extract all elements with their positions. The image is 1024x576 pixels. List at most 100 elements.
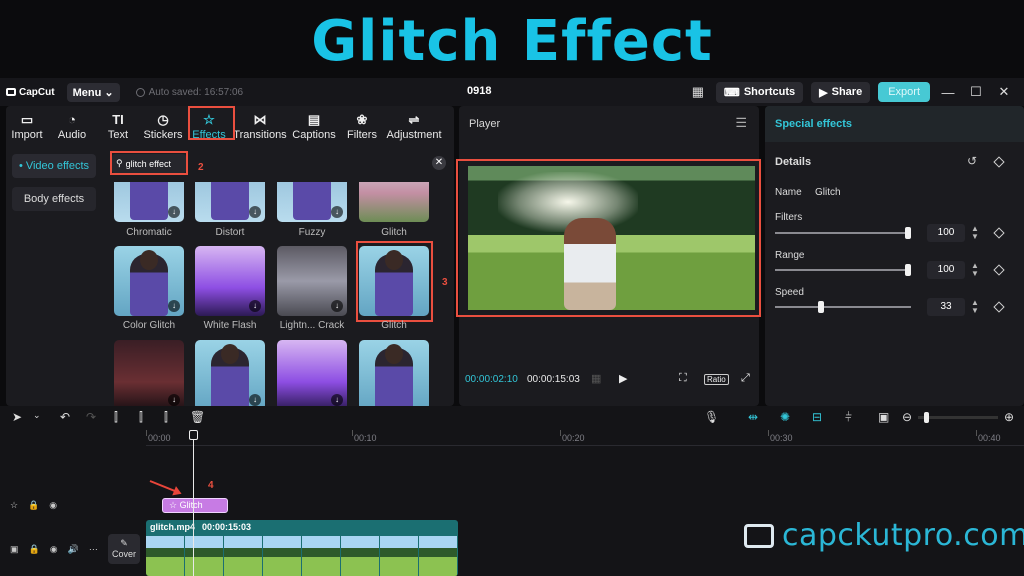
import-icon: ▭ (20, 112, 34, 127)
zoom-knob[interactable] (924, 412, 929, 423)
main-track-magnet-icon[interactable]: ⇹ (748, 410, 758, 424)
share-button[interactable]: ▶ Share (811, 81, 871, 103)
microphone-icon[interactable]: 🎙 (704, 410, 719, 424)
glitch-effect-clip[interactable]: ☆ Glitch (162, 498, 228, 513)
stepper-icon[interactable]: ▲ ▼ (971, 262, 979, 278)
tab-adjustment[interactable]: ⇌ Adjustment (384, 106, 444, 144)
keyframe-icon[interactable] (993, 264, 1005, 276)
visibility-icon[interactable]: ◉ (50, 544, 58, 555)
download-icon[interactable]: ↓ (168, 394, 180, 406)
effect-tile-fuzzy[interactable]: ↓ (277, 182, 347, 222)
category-video-effects[interactable]: • Video effects (12, 154, 96, 178)
slider-knob[interactable] (817, 301, 824, 313)
menu-button[interactable]: Menu ⌄ (66, 82, 120, 102)
speed-value[interactable]: 33 (927, 298, 965, 316)
effect-label: Glitch (381, 320, 407, 331)
redo-icon[interactable]: ↷ (86, 410, 96, 424)
project-name[interactable]: 0918 (467, 85, 491, 97)
stepper-icon[interactable]: ▲ ▼ (971, 299, 979, 315)
expand-icon[interactable]: ⤢ (741, 372, 750, 385)
lock-icon[interactable]: 🔒 (28, 500, 39, 511)
effect-tile-color-glitch[interactable]: ↓ (114, 246, 184, 316)
preview-axis-icon[interactable]: ⫩ (845, 410, 852, 425)
keyframe-icon[interactable] (993, 301, 1005, 313)
keyframe-icon[interactable] (993, 227, 1005, 239)
speed-slider[interactable] (775, 301, 911, 313)
range-slider[interactable] (775, 264, 911, 276)
player-title: Player (469, 118, 501, 130)
playhead[interactable] (189, 430, 198, 576)
clear-search-icon[interactable]: ✕ (432, 156, 446, 170)
filters-slider[interactable] (775, 227, 911, 239)
download-icon[interactable]: ↓ (331, 206, 343, 218)
stepper-icon[interactable]: ▲ ▼ (971, 225, 979, 241)
range-value[interactable]: 100 (927, 261, 965, 279)
audio-mute-icon[interactable]: 🔊 (68, 544, 79, 555)
tab-filters[interactable]: ❀ Filters (340, 106, 384, 144)
current-time: 00:00:02:10 (465, 374, 518, 385)
tab-captions[interactable]: ▤ Captions (288, 106, 340, 144)
play-icon[interactable]: ▶ (619, 372, 627, 385)
effect-tile-row3-4[interactable] (359, 340, 429, 406)
more-icon[interactable]: ⋯ (89, 544, 98, 555)
linkage-icon[interactable]: ⊟ (812, 410, 822, 424)
fullscreen-frame-icon[interactable]: ⛶ (679, 372, 687, 385)
close-window-icon[interactable]: ✕ (994, 84, 1014, 100)
shortcuts-label: Shortcuts (743, 86, 796, 98)
keyframe-icon[interactable] (993, 156, 1005, 168)
effect-tile-lightning-crack[interactable]: ↓ (277, 246, 347, 316)
captions-icon: ▤ (307, 112, 321, 127)
minimize-icon[interactable]: — (938, 85, 958, 100)
download-icon[interactable]: ↓ (249, 300, 261, 312)
download-icon[interactable]: ↓ (249, 206, 261, 218)
filters-value[interactable]: 100 (927, 224, 965, 242)
tab-text[interactable]: TI Text (96, 106, 140, 144)
undo-icon[interactable]: ↶ (60, 410, 70, 424)
auto-snap-icon[interactable]: ✺ (780, 410, 790, 424)
watermark: capckutpro.com (744, 518, 1024, 553)
effect-tile-row3-1[interactable]: ↓ (114, 340, 184, 406)
shortcuts-button[interactable]: ⌨ Shortcuts (715, 81, 804, 103)
menu-icon[interactable]: ☰ (735, 115, 747, 131)
category-body-effects[interactable]: Body effects (12, 187, 96, 211)
split-right-icon[interactable]: ⫿ (164, 410, 168, 425)
time-ruler[interactable]: 00:00 00:10 00:20 00:30 00:40 (146, 430, 1024, 446)
lock-icon[interactable]: 🔒 (29, 544, 40, 555)
slider-knob[interactable] (905, 227, 911, 239)
effect-tile-distort[interactable]: ↓ (195, 182, 265, 222)
tab-audio[interactable]: ◔ Audio (48, 106, 96, 144)
download-icon[interactable]: ↓ (168, 206, 180, 218)
chevron-down-icon[interactable]: ⌄ (33, 410, 41, 421)
download-icon[interactable]: ↓ (331, 300, 343, 312)
effect-tile-row3-3[interactable]: ↓ (277, 340, 347, 406)
cover-button[interactable]: ✎ Cover (108, 534, 140, 564)
layout-icon[interactable]: ▦ (688, 84, 708, 100)
download-icon[interactable]: ↓ (331, 394, 343, 406)
timeline-view-icon[interactable]: ▦ (591, 372, 601, 385)
delete-icon[interactable]: 🗑 (190, 410, 205, 424)
download-icon[interactable]: ↓ (249, 394, 261, 406)
ratio-button[interactable]: Ratio (704, 374, 729, 385)
maximize-icon[interactable]: ☐ (966, 84, 986, 100)
thumbnail-icon[interactable]: ▣ (878, 410, 889, 424)
effect-tile-glitch-top[interactable] (359, 182, 429, 222)
reset-icon[interactable]: ↺ (967, 154, 977, 168)
select-cursor-icon[interactable]: ➤ (12, 410, 22, 424)
tab-transitions[interactable]: ⋈ Transitions (232, 106, 288, 144)
export-button[interactable]: Export (878, 82, 930, 102)
app-logo: CapCut (6, 87, 55, 98)
zoom-out-icon[interactable]: ⊖ (902, 410, 912, 424)
zoom-slider[interactable] (918, 412, 998, 423)
tab-stickers[interactable]: ◷ Stickers (140, 106, 186, 144)
split-left-icon[interactable]: ⫿ (139, 410, 143, 425)
zoom-in-icon[interactable]: ⊕ (1004, 410, 1014, 424)
visibility-icon[interactable]: ◉ (49, 500, 57, 511)
effect-tile-row3-2[interactable]: ↓ (195, 340, 265, 406)
tab-import[interactable]: ▭ Import (6, 106, 48, 144)
playhead-handle[interactable] (189, 430, 198, 440)
split-icon[interactable]: ⫿ (114, 410, 118, 425)
details-label[interactable]: Details (775, 156, 811, 168)
effect-tile-white-flash[interactable]: ↓ (195, 246, 265, 316)
slider-knob[interactable] (905, 264, 911, 276)
download-icon[interactable]: ↓ (168, 300, 180, 312)
